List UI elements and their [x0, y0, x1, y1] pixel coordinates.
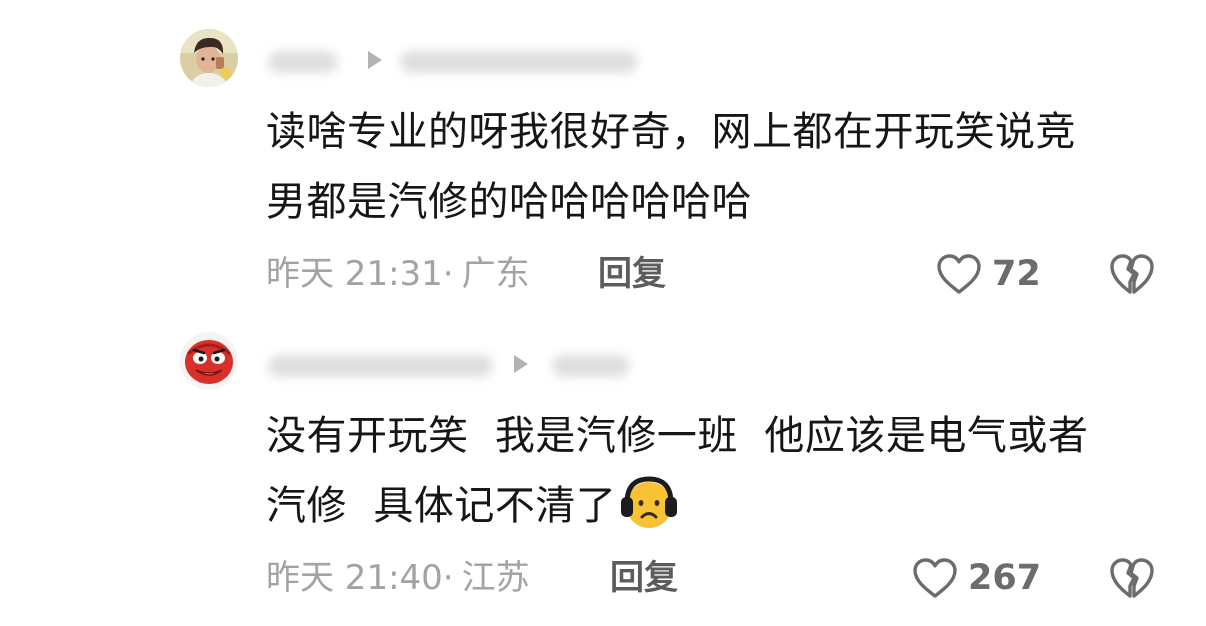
meta-separator: ·: [442, 558, 454, 598]
comment-text-line: 男都是汽修的哈哈哈哈哈哈: [266, 179, 752, 225]
comment-meta: 昨天 21:40· 江苏: [266, 556, 530, 600]
heart-outline-icon: [913, 558, 957, 598]
sad-face-with-headphones-emoji: [618, 471, 680, 533]
reply-to-username-blurred[interactable]: [552, 355, 630, 377]
timestamp: 昨天 21:40: [266, 558, 443, 598]
dislike-button[interactable]: [1108, 252, 1156, 296]
comment-text-line: 读啥专业的呀我很好奇，网上都在开玩笑说竞: [266, 109, 1076, 155]
avatar[interactable]: [180, 332, 238, 390]
reply-to-arrow-icon: [514, 355, 528, 373]
like-count: 267: [968, 558, 1042, 598]
comment-text: 读啥专业的呀我很好奇，网上都在开玩笑说竞 男都是汽修的哈哈哈哈哈哈: [266, 97, 1166, 237]
username-blurred[interactable]: [268, 355, 493, 377]
like-button[interactable]: 72: [936, 252, 1041, 296]
like-button[interactable]: 267: [912, 556, 1041, 600]
dislike-button[interactable]: [1108, 556, 1156, 600]
comment-meta: 昨天 21:31· 广东: [266, 252, 530, 296]
meta-separator: ·: [442, 254, 454, 294]
like-count: 72: [992, 254, 1041, 294]
reply-to-arrow-icon: [368, 51, 382, 69]
username-row[interactable]: [262, 346, 662, 386]
reply-to-username-blurred[interactable]: [400, 51, 638, 73]
reply-button[interactable]: 回复: [598, 252, 666, 296]
avatar[interactable]: [180, 29, 238, 87]
username-blurred[interactable]: [268, 51, 338, 73]
ip-location: 江苏: [461, 558, 530, 598]
ip-location: 广东: [461, 254, 530, 294]
reply-button[interactable]: 回复: [610, 556, 678, 600]
comment-text-line: 汽修 具体记不清了: [266, 483, 617, 529]
username-row[interactable]: [262, 42, 662, 82]
comment-text: 没有开玩笑 我是汽修一班 他应该是电气或者 汽修 具体记不清了: [266, 401, 1166, 541]
comment-text-line: 没有开玩笑 我是汽修一班 他应该是电气或者: [266, 413, 1089, 459]
timestamp: 昨天 21:31: [266, 254, 443, 294]
heart-outline-icon: [937, 254, 981, 294]
broken-heart-icon: [1110, 558, 1154, 598]
broken-heart-icon: [1110, 254, 1154, 294]
